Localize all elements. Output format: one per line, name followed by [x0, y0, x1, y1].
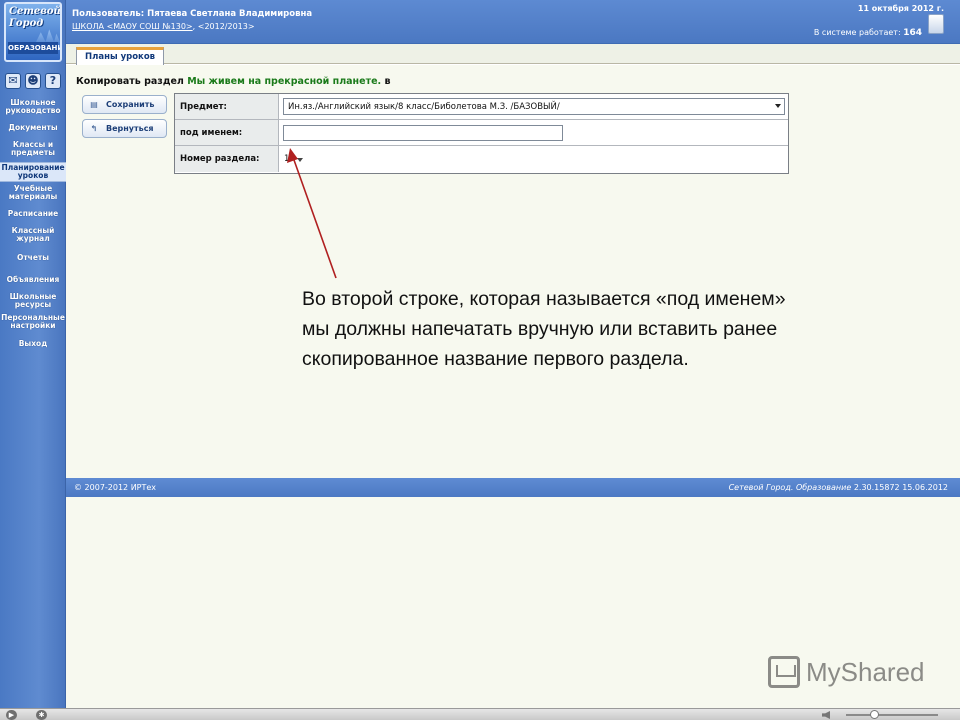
- help-icon[interactable]: ?: [45, 73, 61, 89]
- logo-line-2: Город: [9, 18, 44, 29]
- main-content: Копировать раздел Мы живем на прекрасной…: [66, 65, 960, 478]
- slideshow-bar: ▶ ✱: [0, 708, 960, 720]
- sidebar-item-reports[interactable]: Отчеты: [0, 254, 66, 262]
- mail-icon[interactable]: ✉: [5, 73, 21, 89]
- volume-slider-thumb[interactable]: [870, 710, 879, 719]
- user-info: Пользователь: Пятаева Светлана Владимиро…: [72, 9, 312, 19]
- copyright: © 2007-2012 ИРТех: [74, 483, 157, 492]
- cart-icon: [768, 656, 800, 688]
- top-header: Пользователь: Пятаева Светлана Владимиро…: [66, 0, 960, 44]
- play-icon[interactable]: ▶: [6, 710, 17, 720]
- user-label: Пользователь:: [72, 9, 145, 19]
- user-name: Пятаева Светлана Владимировна: [147, 9, 313, 19]
- version-number: 2.30.15872: [853, 483, 900, 492]
- section-number-label: Номер раздела:: [175, 146, 279, 172]
- sidebar: Сетевой Город ОБРАЗОВАНИЕ ✉ ☻ ? Школьное…: [0, 0, 66, 708]
- section-name-input[interactable]: [283, 125, 563, 141]
- save-button-label: Сохранить: [106, 100, 155, 109]
- sidebar-item-announcements[interactable]: Объявления: [0, 276, 66, 284]
- form-row-subject: Предмет: Ин.яз./Английский язык/8 класс/…: [175, 94, 788, 120]
- app-logo[interactable]: Сетевой Город ОБРАЗОВАНИЕ: [4, 2, 62, 62]
- school-info: ШКОЛА <МАОУ СОШ №130>, <2012/2013>: [72, 22, 255, 31]
- form-row-name: под именем:: [175, 120, 788, 146]
- section-number-value: 1: [284, 154, 290, 164]
- sidebar-quick-icons: ✉ ☻ ?: [5, 73, 61, 89]
- speaker-icon[interactable]: [822, 711, 830, 719]
- sidebar-item-school-management[interactable]: Школьное руководство: [0, 99, 66, 115]
- online-users: В системе работает: 164: [814, 28, 922, 38]
- sidebar-item-school-resources[interactable]: Школьные ресурсы: [0, 293, 66, 309]
- sidebar-item-documents[interactable]: Документы: [0, 124, 66, 132]
- product-name: Сетевой Город. Образование: [728, 483, 852, 492]
- sidebar-item-class-journal[interactable]: Классный журнал: [0, 227, 66, 243]
- page-footer: © 2007-2012 ИРТех Сетевой Город. Образов…: [66, 478, 960, 497]
- copy-section-form: Предмет: Ин.яз./Английский язык/8 класс/…: [174, 93, 789, 174]
- sidebar-item-logout[interactable]: Выход: [0, 340, 66, 348]
- online-count: 164: [903, 28, 922, 38]
- annotation-text: Во второй строке, которая называется «по…: [302, 284, 922, 374]
- annotation-line-1: Во второй строке, которая называется «по…: [302, 288, 786, 310]
- save-button[interactable]: ▤ Сохранить: [82, 95, 167, 114]
- page-title-suffix: в: [384, 76, 391, 87]
- save-icon: ▤: [90, 100, 98, 109]
- name-label: под именем:: [175, 120, 279, 145]
- tab-lesson-plans[interactable]: Планы уроков: [76, 47, 165, 65]
- annotation-line-2: мы должны напечатать вручную или вставит…: [302, 318, 778, 340]
- back-button-label: Вернуться: [106, 124, 154, 133]
- sidebar-item-lesson-planning[interactable]: Планирование уроков: [0, 162, 66, 182]
- annotation-line-3: скопированное название первого раздела.: [302, 348, 689, 370]
- logo-line-3: ОБРАЗОВАНИЕ: [8, 42, 60, 54]
- logo-line-1: Сетевой: [9, 6, 61, 17]
- school-link[interactable]: ШКОЛА <МАОУ СОШ №130>: [72, 22, 193, 31]
- subject-label: Предмет:: [175, 94, 279, 119]
- tab-strip: Планы уроков: [66, 44, 960, 65]
- subject-select[interactable]: Ин.яз./Английский язык/8 класс/Биболетов…: [283, 98, 785, 115]
- current-date: 11 октября 2012 г.: [857, 4, 944, 13]
- dropdown-arrow-icon: [775, 104, 781, 108]
- volume-slider[interactable]: [846, 714, 938, 716]
- users-icon[interactable]: ☻: [25, 73, 41, 89]
- page-title: Копировать раздел Мы живем на прекрасной…: [76, 76, 390, 87]
- sidebar-item-classes-subjects[interactable]: Классы и предметы: [0, 141, 66, 157]
- city-roofs-icon: [36, 29, 60, 42]
- school-year: <2012/2013>: [197, 22, 255, 31]
- dropdown-arrow-icon: [297, 158, 303, 162]
- book-icon[interactable]: [928, 14, 944, 34]
- settings-icon[interactable]: ✱: [36, 710, 47, 720]
- page-title-prefix: Копировать раздел: [76, 76, 184, 87]
- subject-selected-value: Ин.яз./Английский язык/8 класс/Биболетов…: [288, 102, 560, 112]
- product-version: Сетевой Город. Образование 2.30.15872 15…: [729, 483, 948, 492]
- sidebar-item-schedule[interactable]: Расписание: [0, 210, 66, 218]
- back-button[interactable]: ↰ Вернуться: [82, 119, 167, 138]
- section-name: Мы живем на прекрасной планете.: [187, 76, 382, 87]
- watermark: MyShared: [768, 656, 925, 688]
- build-date: 15.06.2012: [902, 483, 948, 492]
- back-arrow-icon: ↰: [90, 124, 98, 133]
- online-label: В системе работает:: [813, 28, 901, 37]
- form-row-section-number: Номер раздела: 1: [175, 146, 788, 172]
- section-number-select[interactable]: 1: [283, 152, 305, 166]
- sidebar-item-learning-materials[interactable]: Учебные материалы: [0, 185, 66, 201]
- sidebar-item-personal-settings[interactable]: Персональные настройки: [0, 314, 66, 330]
- watermark-text: MyShared: [806, 656, 925, 687]
